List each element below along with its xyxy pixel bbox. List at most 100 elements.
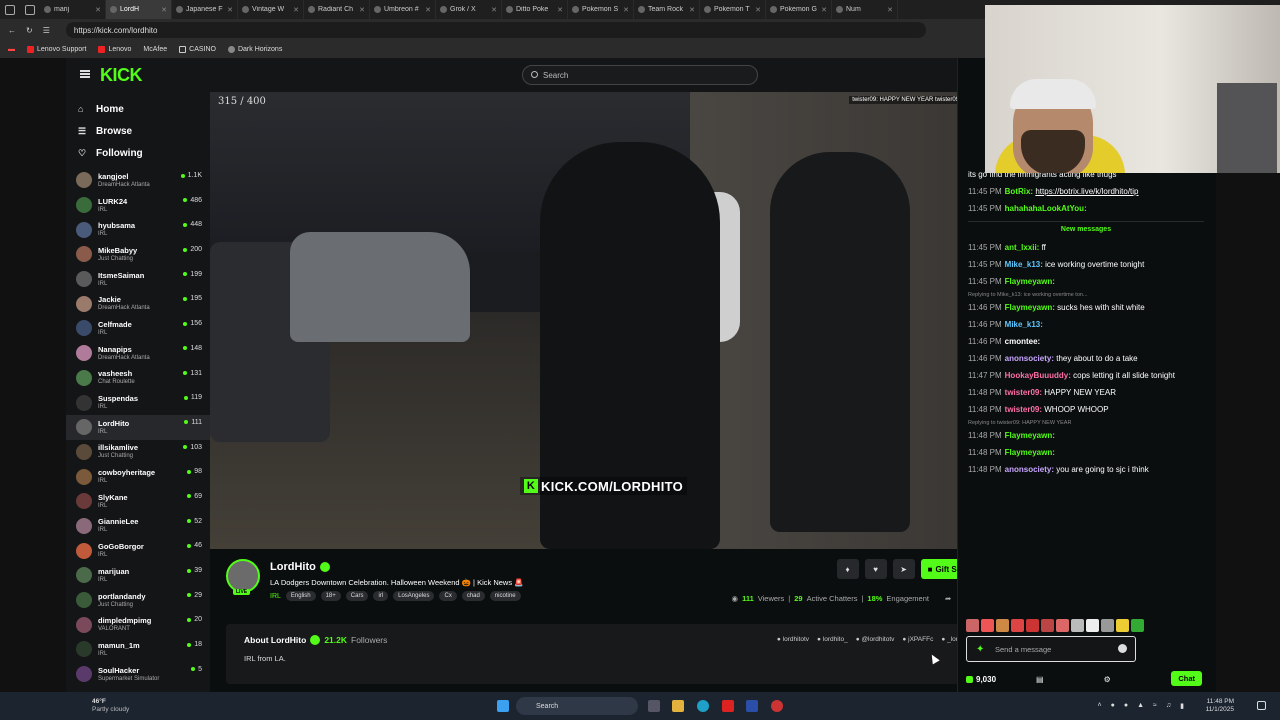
follow-heart-icon[interactable]: ♥ — [864, 559, 887, 579]
browser-tab[interactable]: Grok / X ✕ — [436, 0, 502, 19]
stream-tag[interactable]: Cars — [345, 591, 369, 601]
bookmark-lenovo[interactable]: Lenovo — [98, 46, 131, 53]
reload-icon[interactable]: ↻ — [26, 26, 33, 35]
close-icon[interactable]: ✕ — [821, 6, 827, 14]
emote-icon[interactable] — [996, 619, 1009, 632]
url-field[interactable]: https://kick.com/lordhito — [65, 22, 926, 38]
sidebar-item-channel[interactable]: portlandandy Just Chatting 29 — [66, 588, 210, 613]
stream-tag[interactable]: 18+ — [320, 591, 341, 601]
sidebar-item-channel[interactable]: LURK24 IRL 486 — [66, 193, 210, 218]
tab-actions-icon[interactable] — [25, 4, 35, 15]
social-link[interactable]: ● @lordhitotv — [856, 636, 895, 643]
chat-username[interactable]: Flaymeyawn: — [1005, 303, 1055, 312]
browser-tab[interactable]: Japanese F ✕ — [172, 0, 238, 19]
menu-icon[interactable] — [80, 70, 90, 78]
bookmark-lenovo-support[interactable]: Lenovo Support — [27, 46, 86, 53]
sidebar-item-channel[interactable]: Nanapips DreamHack Atlanta 148 — [66, 341, 210, 366]
sidebar-item-channel[interactable]: SoulHacker Supermarket Simulator 5 — [66, 662, 210, 687]
chat-username[interactable]: Flaymeyawn: — [1005, 431, 1055, 440]
emote-icon[interactable] — [1116, 619, 1129, 632]
emote-icon[interactable] — [1101, 619, 1114, 632]
share-arrow-icon[interactable]: ➤ — [892, 559, 915, 579]
browser-tab[interactable]: Radiant Ch ✕ — [304, 0, 370, 19]
browser-tab[interactable]: LordH ✕ — [106, 0, 172, 19]
chat-username[interactable]: anonsociety: — [1005, 354, 1054, 363]
stream-tag[interactable]: nicotine — [489, 591, 521, 601]
chat-username[interactable]: Flaymeyawn: — [1005, 277, 1055, 286]
close-icon[interactable]: ✕ — [491, 6, 497, 14]
bookmark-casino[interactable]: CASINO — [179, 46, 216, 53]
chat-send-button[interactable]: Chat — [1171, 671, 1202, 686]
kick-logo[interactable]: KICK — [100, 65, 143, 86]
taskbar-search[interactable]: Search — [516, 697, 638, 715]
search-input[interactable]: Search — [522, 65, 758, 85]
browser-tab[interactable]: Team Rock ✕ — [634, 0, 700, 19]
chat-username[interactable]: twister09: — [1005, 405, 1042, 414]
stream-tag[interactable]: chad — [461, 591, 485, 601]
emote-icon[interactable] — [966, 619, 979, 632]
browser-tab[interactable]: marij ✕ — [40, 0, 106, 19]
streamer-avatar[interactable] — [226, 559, 260, 593]
chat-username[interactable]: Flaymeyawn: — [1005, 448, 1055, 457]
emote-icon[interactable] — [981, 619, 994, 632]
close-icon[interactable]: ✕ — [161, 6, 167, 14]
close-icon[interactable]: ✕ — [887, 6, 893, 14]
stream-tag[interactable]: English — [285, 591, 316, 601]
file-explorer-icon[interactable] — [672, 700, 684, 712]
sidebar-item-channel[interactable]: marijuan IRL 39 — [66, 563, 210, 588]
chat-username[interactable]: Mike_k13: — [1005, 320, 1043, 329]
nav-home[interactable]: ⌂ Home — [66, 98, 210, 120]
browser-tab[interactable]: Umbreon # ✕ — [370, 0, 436, 19]
emote-icon[interactable] — [1011, 619, 1024, 632]
youtube-icon[interactable] — [722, 700, 734, 712]
task-view-icon[interactable] — [648, 700, 660, 712]
stream-tag[interactable]: LosAngeles — [393, 591, 435, 601]
social-link[interactable]: ● lordhitotv — [777, 636, 809, 643]
bell-icon[interactable]: ♦ — [836, 559, 859, 579]
battery-icon[interactable]: ▮ — [1180, 702, 1184, 710]
emote-icon[interactable] — [1086, 619, 1099, 632]
chat-username[interactable]: cmontee: — [1005, 337, 1041, 346]
wifi-icon[interactable]: ≈ — [1153, 702, 1157, 710]
stream-tag[interactable]: Cx — [439, 591, 457, 601]
edge-icon[interactable] — [697, 700, 709, 712]
chat-input[interactable]: ✦ Send a message — [966, 636, 1136, 662]
close-icon[interactable]: ✕ — [689, 6, 695, 14]
windows-start-icon[interactable] — [497, 700, 509, 712]
nav-browse[interactable]: ☰ Browse — [66, 120, 210, 142]
close-icon[interactable]: ✕ — [227, 6, 233, 14]
browser-tab[interactable]: Ditto Poke ✕ — [502, 0, 568, 19]
emoji-icon[interactable] — [1118, 644, 1127, 653]
sidebar-item-channel[interactable]: Suspendas IRL 119 — [66, 390, 210, 415]
close-icon[interactable]: ✕ — [425, 6, 431, 14]
browser-tab[interactable]: Pokemon T ✕ — [700, 0, 766, 19]
share-icon[interactable]: ➦ — [945, 594, 951, 603]
sidebar-item-channel[interactable]: LordHito IRL 111 — [66, 414, 210, 440]
close-icon[interactable]: ✕ — [95, 6, 101, 14]
browser-tab[interactable]: Pokemon S ✕ — [568, 0, 634, 19]
chrome-icon[interactable] — [771, 700, 783, 712]
browser-tab[interactable]: Num ✕ — [832, 0, 898, 19]
chat-username[interactable]: anonsociety: — [1005, 465, 1054, 474]
sidebar-item-channel[interactable]: vasheesh Chat Roulette 131 — [66, 366, 210, 391]
sidebar-item-channel[interactable]: SlyKane IRL 69 — [66, 489, 210, 514]
browser-menu-icon[interactable] — [5, 4, 15, 15]
browser-tab[interactable]: Vintage W ✕ — [238, 0, 304, 19]
sidebar-item-channel[interactable]: Celfmade IRL 156 — [66, 316, 210, 341]
close-icon[interactable]: ✕ — [293, 6, 299, 14]
gift-box-icon[interactable]: ▤ — [1036, 675, 1044, 684]
video-player[interactable]: 315 / 400 twister09: HAPPY NEW YEAR twis… — [210, 92, 986, 549]
mic-icon[interactable]: ● — [1124, 702, 1128, 710]
close-icon[interactable]: ✕ — [623, 6, 629, 14]
close-icon[interactable]: ✕ — [557, 6, 563, 14]
taskbar-clock[interactable]: 11:48 PM 11/1/2025 — [1206, 698, 1234, 714]
speaker-icon[interactable]: ▲ — [1137, 702, 1144, 710]
new-messages-divider[interactable]: New messages — [968, 221, 1204, 235]
emote-icon[interactable] — [1041, 619, 1054, 632]
social-link[interactable]: ● jXPAFFc — [902, 636, 933, 643]
message-text[interactable]: https://botrix.live/k/lordhito/tip — [1035, 187, 1138, 196]
weather-widget[interactable]: 46°F Partly cloudy — [76, 698, 129, 714]
close-icon[interactable]: ✕ — [755, 6, 761, 14]
emote-icon[interactable] — [1071, 619, 1084, 632]
stream-category[interactable]: IRL — [270, 593, 281, 600]
